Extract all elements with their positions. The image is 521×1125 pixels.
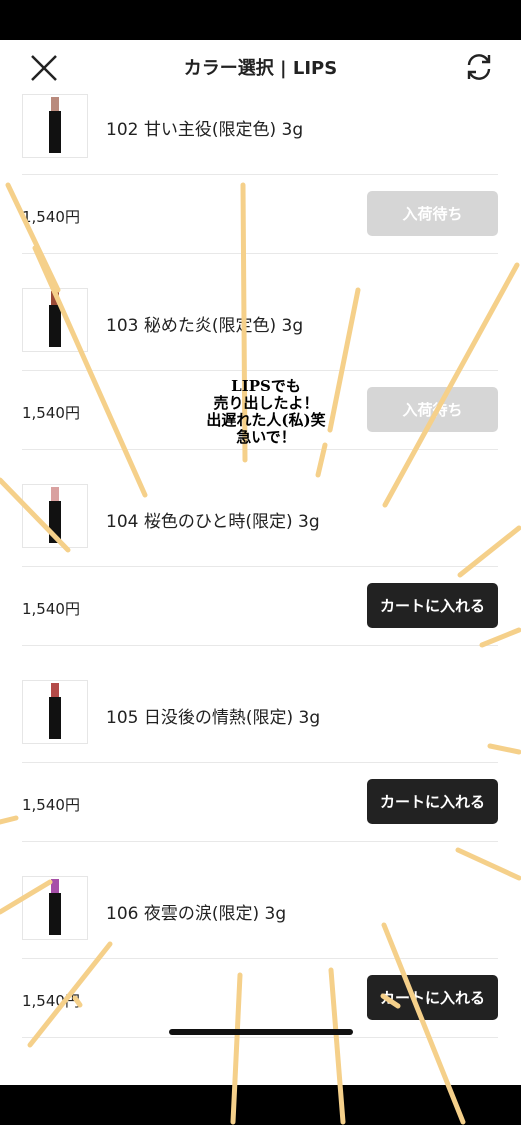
price: 1,540円: [22, 992, 80, 1010]
divider: [22, 645, 498, 646]
lipstick-image: [22, 484, 88, 548]
overlay-line: 出遅れた人(私)笑: [206, 411, 326, 429]
item-name: 105 日没後の情熱(限定) 3g: [106, 708, 321, 728]
item-name: 102 甘い主役(限定色) 3g: [106, 120, 304, 140]
overlay-line: LIPSでも: [231, 377, 301, 395]
list-item: 105 日没後の情熱(限定) 3g 1,540円 カートに入れる: [0, 680, 521, 878]
list-item: 102 甘い主役(限定色) 3g 1,540円 入荷待ち: [0, 94, 521, 290]
refresh-icon: [467, 54, 491, 80]
list-item: 106 夜雲の涙(限定) 3g 1,540円 カートに入れる: [0, 876, 521, 1074]
add-to-cart-button[interactable]: カートに入れる: [367, 583, 498, 628]
page-title: カラー選択 | LIPS: [183, 58, 338, 79]
lipstick-image: [22, 680, 88, 744]
divider: [22, 1037, 498, 1038]
divider: [22, 449, 498, 450]
divider: [22, 566, 498, 567]
item-name: 106 夜雲の涙(限定) 3g: [106, 904, 287, 924]
overlay-line: 急いで！: [236, 428, 296, 446]
item-name: 103 秘めた炎(限定色) 3g: [106, 316, 304, 336]
divider: [22, 762, 498, 763]
out-of-stock-button[interactable]: 入荷待ち: [367, 191, 498, 236]
lipstick-image: [22, 876, 88, 940]
divider: [22, 174, 498, 175]
price: 1,540円: [22, 208, 80, 226]
lipstick-image: [22, 94, 88, 158]
refresh-button[interactable]: [462, 50, 496, 84]
price: 1,540円: [22, 600, 80, 618]
home-indicator[interactable]: [169, 1029, 353, 1035]
divider: [22, 370, 498, 371]
divider: [22, 253, 498, 254]
app-screen: カラー選択 | LIPS 102 甘い主役(限定色) 3g 1,540円 入荷待…: [0, 40, 521, 1085]
divider: [22, 841, 498, 842]
price: 1,540円: [22, 404, 80, 422]
header: カラー選択 | LIPS: [0, 40, 521, 94]
overlay-line: 売り出したよ！: [213, 394, 319, 412]
lipstick-image: [22, 288, 88, 352]
list-item: 104 桜色のひと時(限定) 3g 1,540円 カートに入れる: [0, 484, 521, 682]
add-to-cart-button[interactable]: カートに入れる: [367, 779, 498, 824]
out-of-stock-button[interactable]: 入荷待ち: [367, 387, 498, 432]
divider: [22, 958, 498, 959]
overlay-caption: LIPSでも 売り出したよ！ 出遅れた人(私)笑 急いで！: [186, 378, 346, 446]
add-to-cart-button[interactable]: カートに入れる: [367, 975, 498, 1020]
price: 1,540円: [22, 796, 80, 814]
item-name: 104 桜色のひと時(限定) 3g: [106, 512, 320, 532]
